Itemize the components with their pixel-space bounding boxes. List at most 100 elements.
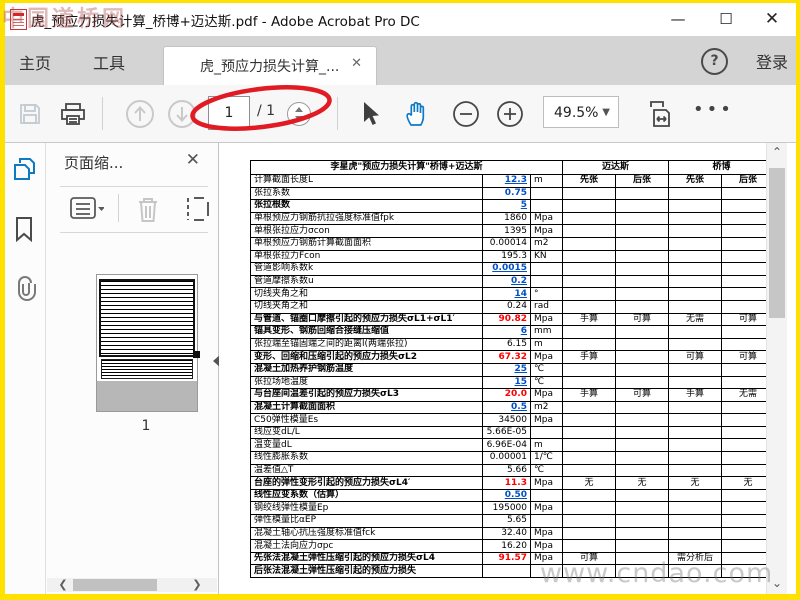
table-cell	[669, 540, 722, 553]
table-cell	[563, 263, 616, 276]
table-cell	[563, 300, 616, 313]
table-cell	[563, 515, 616, 528]
table-cell	[616, 225, 669, 238]
previous-page-icon[interactable]	[121, 85, 159, 142]
table-cell	[669, 515, 722, 528]
table-cell: 0.00014	[483, 237, 531, 250]
table-cell	[616, 414, 669, 427]
scroll-right-icon[interactable]: ❯	[189, 578, 205, 592]
table-cell	[616, 426, 669, 439]
panel-close-icon[interactable]: ✕	[186, 150, 200, 170]
table-row: 温差值△T5.66℃	[251, 464, 768, 477]
minimize-button[interactable]: —	[656, 3, 700, 36]
table-cell	[669, 250, 722, 263]
zoom-out-icon[interactable]	[447, 85, 485, 142]
table-cell: 与管道、锚圈口摩擦引起的预应力损失σL1+σL1′	[251, 313, 483, 326]
divider	[60, 186, 208, 187]
tab-home[interactable]: 主页	[19, 50, 51, 74]
table-cell: m2	[531, 237, 563, 250]
insert-page-icon[interactable]	[184, 194, 214, 224]
table-cell	[722, 401, 767, 414]
zoom-in-icon[interactable]	[491, 85, 529, 142]
table-cell: 可算	[616, 313, 669, 326]
toolbar-divider	[337, 97, 338, 130]
maximize-button[interactable]: ☐	[704, 3, 748, 36]
table-cell: 台座的弹性变形引起的预应力损失σL4′	[251, 477, 483, 490]
zoom-level-select[interactable]: 49.5% ▼	[543, 96, 619, 128]
page-thumbnails-panel-icon[interactable]	[12, 156, 38, 182]
table-cell	[722, 263, 767, 276]
table-cell: 张拉端至锚固端之间的距离l(两端张拉)	[251, 338, 483, 351]
attachments-panel-icon[interactable]	[12, 276, 38, 302]
table-cell: 混凝土计算截面面积	[251, 401, 483, 414]
table-cell: 单根张拉力Fcon	[251, 250, 483, 263]
panel-h-scrollbar[interactable]: ❮ ❯	[47, 578, 217, 592]
selection-handle[interactable]	[193, 351, 200, 358]
table-cell	[563, 527, 616, 540]
table-cell	[616, 464, 669, 477]
tab-close-icon[interactable]: ✕	[351, 56, 362, 71]
tab-tools[interactable]: 工具	[93, 50, 125, 74]
v-scrollbar[interactable]: ⌃ ⌄	[766, 142, 787, 594]
acrobat-window: 虎_预应力损失计算_桥博+迈达斯.pdf - Adobe Acrobat Pro…	[0, 0, 800, 600]
v-scrollbar-thumb[interactable]	[769, 168, 785, 318]
h-scrollbar-thumb[interactable]	[73, 579, 157, 591]
table-cell: Mpa	[531, 527, 563, 540]
table-cell: 钢绞线弹性模量Ep	[251, 502, 483, 515]
table-cell	[616, 489, 669, 502]
window-title: 虎_预应力损失计算_桥博+迈达斯.pdf - Adobe Acrobat Pro…	[31, 10, 420, 30]
table-cell	[722, 225, 767, 238]
scroll-up-icon[interactable]: ⌃	[767, 144, 787, 161]
close-button[interactable]: ✕	[750, 3, 794, 36]
panel-title: 页面缩...	[64, 152, 123, 173]
table-cell	[669, 237, 722, 250]
hand-tool-icon[interactable]	[397, 85, 437, 142]
table-cell	[563, 414, 616, 427]
table-cell	[563, 540, 616, 553]
table-cell	[563, 502, 616, 515]
table-cell	[563, 225, 616, 238]
table-cell	[563, 439, 616, 452]
table-cell	[722, 452, 767, 465]
table-cell	[722, 212, 767, 225]
table-row: 线性膨胀系数0.000011/℃	[251, 452, 768, 465]
table-row: 张拉端至锚固端之间的距离l(两端张拉)6.15m	[251, 338, 768, 351]
delete-page-icon[interactable]	[134, 194, 162, 224]
table-row: 线性应变系数（估算）0.50	[251, 489, 768, 502]
page-thumbnail[interactable]	[96, 274, 198, 412]
login-button[interactable]: 登录	[756, 49, 788, 73]
table-cell	[722, 464, 767, 477]
thumbnail-table-preview	[99, 279, 195, 357]
table-cell: 0.0015	[483, 263, 531, 276]
table-cell: 16.20	[483, 540, 531, 553]
table-cell	[669, 565, 722, 578]
table-cell	[616, 502, 669, 515]
scroll-down-icon[interactable]: ⌄	[767, 575, 787, 592]
bookmarks-panel-icon[interactable]	[12, 216, 38, 242]
thumbnail-shaded-area	[97, 381, 197, 411]
table-cell: 可算	[563, 552, 616, 565]
table-cell	[563, 376, 616, 389]
scroll-left-icon[interactable]: ❮	[55, 578, 71, 592]
table-cell	[616, 376, 669, 389]
table-cell	[669, 225, 722, 238]
table-row: 张拉根数5	[251, 200, 768, 213]
table-row: 单根预应力钢筋计算截面面积0.00014m2	[251, 237, 768, 250]
table-cell	[616, 540, 669, 553]
table-cell	[669, 376, 722, 389]
table-row: 切线夹角之和0.24rad	[251, 300, 768, 313]
select-tool-icon[interactable]	[353, 85, 389, 142]
fit-width-icon[interactable]	[641, 85, 681, 142]
table-cell: Mpa	[531, 477, 563, 490]
thumbnail-options-icon[interactable]	[70, 196, 104, 222]
table-row: 线应变dL/L5.66E-05	[251, 426, 768, 439]
table-cell	[616, 300, 669, 313]
tab-document[interactable]: 虎_预应力损失计算_... ✕	[163, 46, 377, 86]
save-icon[interactable]	[13, 85, 47, 142]
help-icon[interactable]: ?	[701, 48, 728, 75]
table-cell: 单根预应力钢筋计算截面面积	[251, 237, 483, 250]
table-cell: ℃	[531, 464, 563, 477]
print-icon[interactable]	[55, 85, 91, 142]
more-tools-icon[interactable]: •••	[693, 99, 734, 120]
table-cell	[669, 200, 722, 213]
